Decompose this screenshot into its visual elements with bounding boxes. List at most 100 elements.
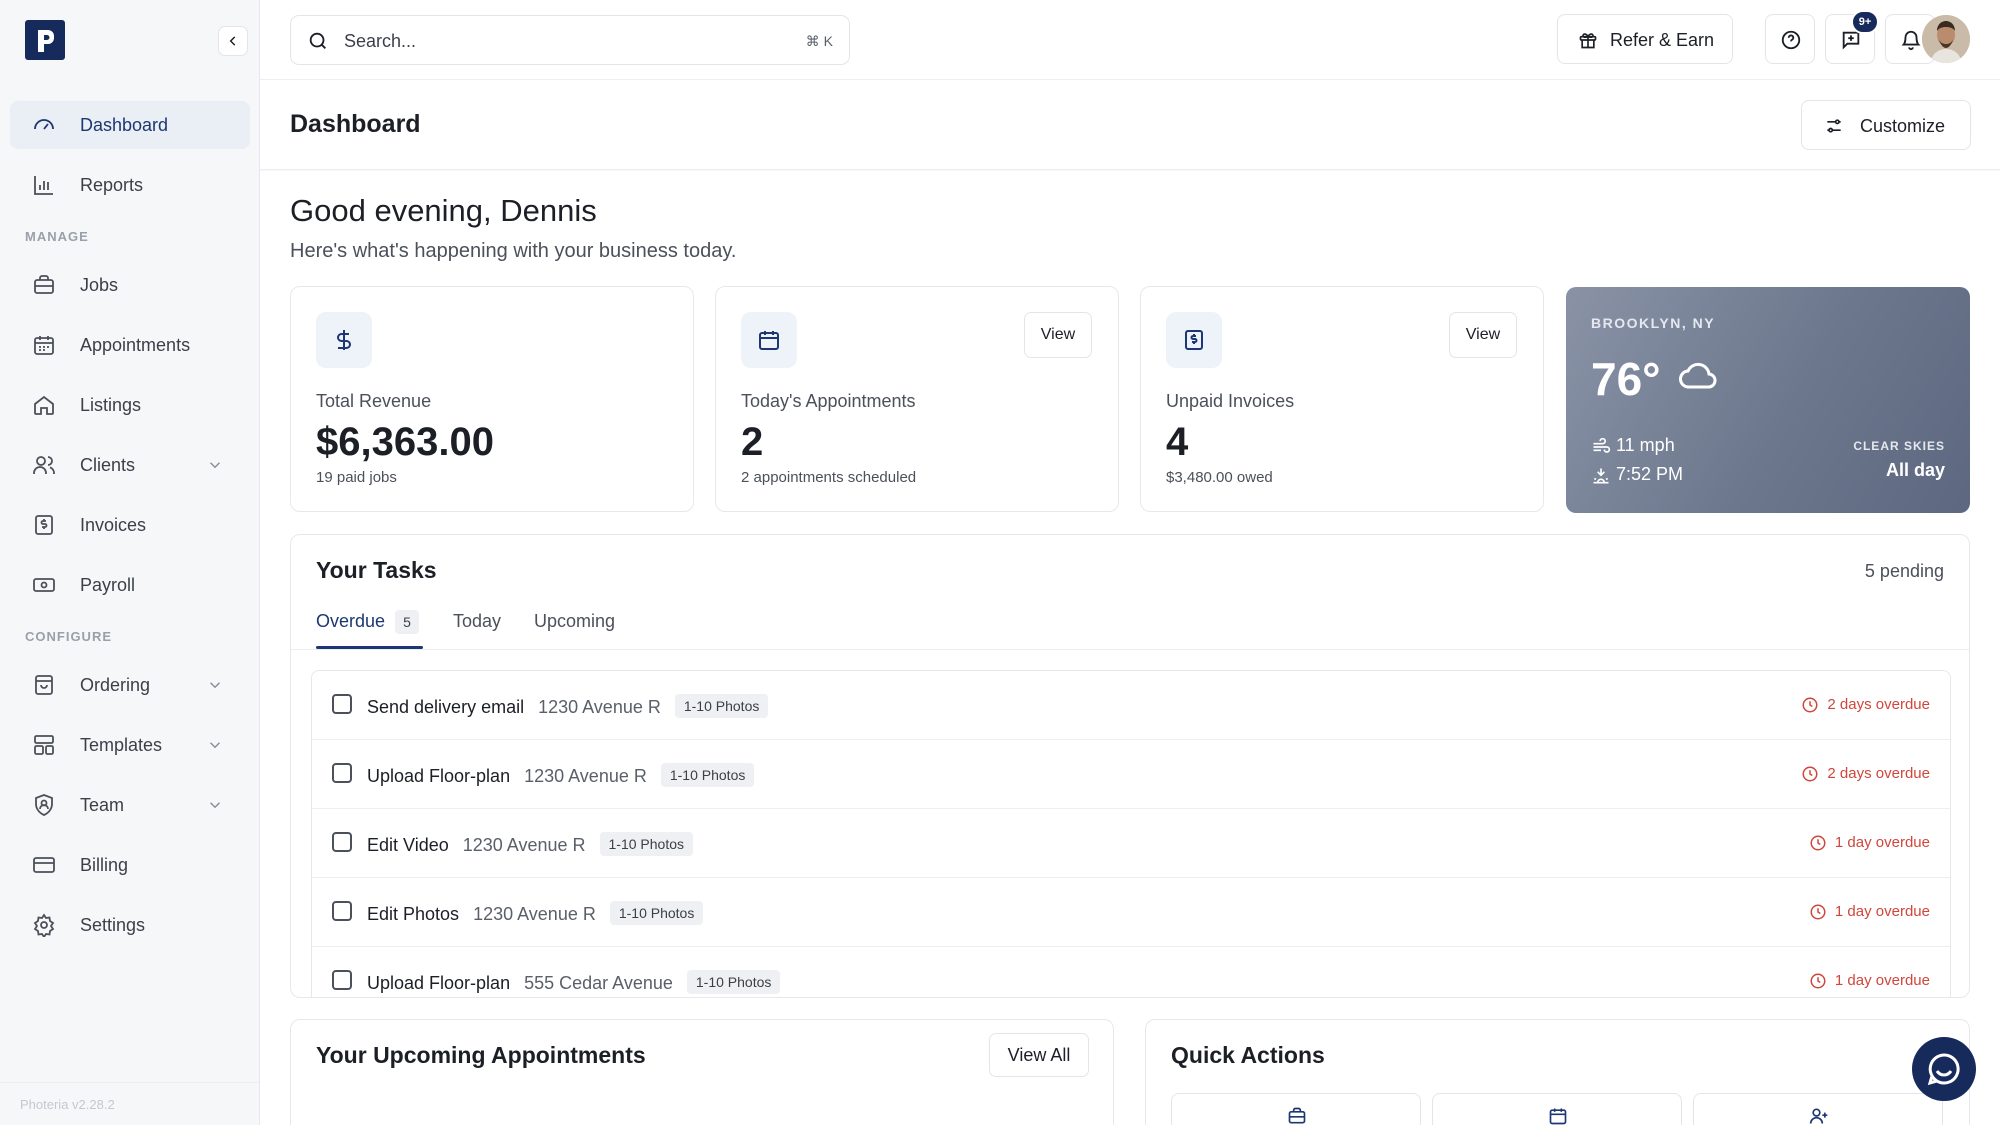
collapse-sidebar-button[interactable]: [218, 26, 248, 56]
help-button[interactable]: [1765, 14, 1815, 64]
main-content: Good evening, Dennis Here's what's happe…: [260, 171, 2000, 1125]
tabs-divider: [291, 649, 1969, 650]
app-logo[interactable]: [25, 20, 65, 60]
task-row[interactable]: Upload Floor-plan 555 Cedar Avenue 1-10 Ph…: [312, 947, 1950, 997]
tab-overdue[interactable]: Overdue: [316, 611, 385, 632]
task-name: Upload Floor-plan: [367, 973, 511, 993]
sidebar-item-dashboard[interactable]: Dashboard: [10, 101, 250, 149]
clock-icon: [1802, 697, 1818, 713]
task-checkbox[interactable]: [332, 763, 352, 783]
tasks-title: Your Tasks: [316, 557, 437, 583]
calendar-icon: [759, 331, 779, 350]
view-appointments-button[interactable]: View: [1024, 312, 1092, 358]
sidebar-item-reports[interactable]: Reports: [10, 161, 250, 209]
task-list: Send delivery email 1230 Avenue R 1-10 Pho…: [311, 670, 1951, 997]
weather-condition-value: All day: [1885, 460, 1945, 480]
invoice-icon: [1185, 330, 1203, 350]
task-checkbox[interactable]: [332, 970, 352, 990]
sidebar-item-jobs[interactable]: Jobs: [10, 261, 250, 309]
briefcase-icon: [1288, 1107, 1306, 1124]
shield-user-icon: [35, 794, 53, 816]
stat-card-revenue: Total Revenue $6,363.00 19 paid jobs: [290, 286, 694, 512]
weather-temperature: 76°: [1591, 353, 1661, 405]
chevron-down-icon[interactable]: [206, 676, 224, 694]
weather-condition-label: CLEAR SKIES: [1853, 439, 1945, 453]
task-checkbox[interactable]: [332, 694, 352, 714]
sidebar-item-label: Billing: [80, 854, 129, 875]
layout-icon: [34, 735, 54, 755]
calendar-icon: [34, 336, 54, 355]
banknote-icon: [33, 578, 55, 592]
clock-icon: [1810, 904, 1826, 920]
cloud-icon: [1679, 362, 1717, 389]
chevron-down-icon[interactable]: [206, 796, 224, 814]
chevron-down-icon[interactable]: [206, 456, 224, 474]
sidebar-item-templates[interactable]: Templates: [10, 721, 250, 769]
sidebar-item-label: Team: [80, 794, 125, 815]
sidebar-item-billing[interactable]: Billing: [10, 841, 250, 889]
task-due-status: 1 day overdue: [1834, 972, 1930, 989]
upcoming-appointments-title: Your Upcoming Appointments: [316, 1042, 646, 1068]
stat-card-invoices: View Unpaid Invoices 4 $3,480.00 owed: [1140, 286, 1544, 512]
weather-wind-value: 11 mph: [1616, 435, 1675, 455]
user-plus-icon: [1809, 1108, 1828, 1124]
task-row[interactable]: Send delivery email 1230 Avenue R 1-10 Pho…: [312, 671, 1950, 740]
chat-support-button[interactable]: [1912, 1037, 1976, 1101]
search-input[interactable]: Search... ⌘ K: [290, 15, 850, 65]
tasks-panel: Your Tasks 5 pending Overdue 5 Today Upc…: [290, 534, 1970, 998]
gift-icon: [1579, 33, 1597, 49]
task-checkbox[interactable]: [332, 832, 352, 852]
task-row[interactable]: Edit Video 1230 Avenue R 1-10 Photos 1 day…: [312, 809, 1950, 878]
sidebar-item-label: Reports: [80, 174, 144, 195]
section-label-configure: CONFIGURE: [25, 629, 112, 644]
gear-icon: [33, 913, 55, 937]
shopping-bag-icon: [35, 675, 53, 695]
task-checkbox[interactable]: [332, 901, 352, 921]
task-due-status: 1 day overdue: [1834, 903, 1930, 920]
task-package-chip: 1-10 Photos: [609, 901, 704, 925]
task-row[interactable]: Edit Photos 1230 Avenue R 1-10 Photos 1 da…: [312, 878, 1950, 947]
sidebar-item-label: Jobs: [80, 274, 119, 295]
sidebar-item-team[interactable]: Team: [10, 781, 250, 829]
section-label-manage: MANAGE: [25, 229, 89, 244]
app-version: Photeria v2.28.2: [20, 1097, 115, 1112]
view-all-appointments-button[interactable]: View All: [989, 1033, 1089, 1077]
stat-value: 2: [741, 420, 764, 464]
briefcase-icon: [34, 275, 54, 294]
sidebar-item-invoices[interactable]: Invoices: [10, 501, 250, 549]
sunset-icon: [1593, 468, 1609, 484]
sidebar-item-label: Clients: [80, 454, 136, 475]
refer-earn-label: Refer & Earn: [1610, 30, 1715, 50]
weather-location: BROOKLYN, NY: [1591, 315, 1716, 331]
task-row[interactable]: Upload Floor-plan 1230 Avenue R 1-10 Photo…: [312, 740, 1950, 809]
sidebar-item-label: Ordering: [80, 674, 151, 695]
stat-icon-box: [741, 312, 797, 368]
tab-today[interactable]: Today: [453, 611, 501, 632]
gauge-icon: [34, 119, 54, 130]
dollar-icon: [337, 330, 351, 350]
task-due-status: 1 day overdue: [1834, 834, 1930, 851]
sidebar-item-label: Payroll: [80, 574, 136, 595]
sidebar-item-clients[interactable]: Clients: [10, 441, 250, 489]
sidebar-item-payroll[interactable]: Payroll: [10, 561, 250, 609]
quick-action-new-job[interactable]: [1171, 1093, 1421, 1125]
sidebar-item-ordering[interactable]: Ordering: [10, 661, 250, 709]
task-package-chip: 1-10 Photos: [599, 832, 694, 856]
view-invoices-button[interactable]: View: [1449, 312, 1517, 358]
quick-action-new-appointment[interactable]: [1432, 1093, 1682, 1125]
customize-button[interactable]: Customize: [1801, 100, 1971, 150]
sidebar-item-appointments[interactable]: Appointments: [10, 321, 250, 369]
stat-value: 4: [1166, 420, 1189, 464]
task-address: 1230 Avenue R: [473, 904, 596, 924]
quick-action-add-client[interactable]: [1693, 1093, 1943, 1125]
sidebar-item-listings[interactable]: Listings: [10, 381, 250, 429]
avatar[interactable]: [1922, 15, 1970, 63]
sidebar-item-settings[interactable]: Settings: [10, 901, 250, 949]
stat-label: Today's Appointments: [741, 391, 916, 411]
help-circle-icon: [1781, 30, 1801, 50]
tasks-pending-count: 5 pending: [1864, 561, 1944, 581]
tab-upcoming[interactable]: Upcoming: [534, 611, 615, 632]
chevron-down-icon[interactable]: [206, 736, 224, 754]
refer-earn-button[interactable]: Refer & Earn: [1557, 14, 1733, 64]
weather-sunset-value: 7:52 PM: [1616, 464, 1684, 484]
